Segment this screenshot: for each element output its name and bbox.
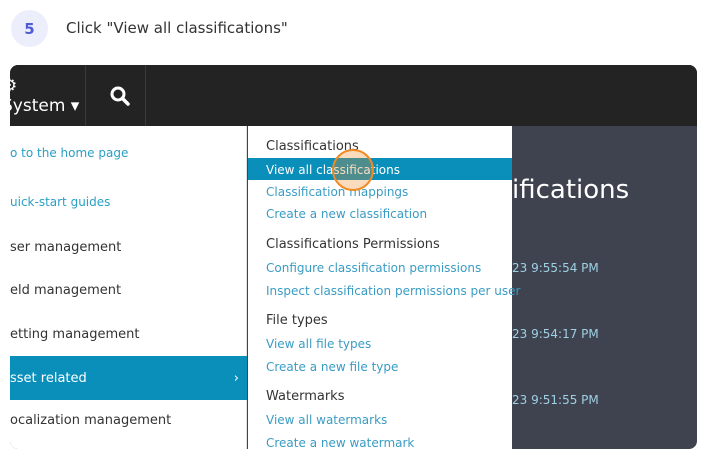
system-menu-button[interactable]: ⚙ System ▾	[10, 65, 86, 126]
classification-mappings-link[interactable]: Classification mappings	[266, 185, 408, 199]
search-icon	[110, 86, 130, 106]
group-heading: File types	[266, 313, 328, 328]
search-button[interactable]	[94, 65, 146, 126]
top-nav: ⚙ System ▾	[10, 65, 697, 126]
inspect-permissions-link[interactable]: Inspect classification permissions per u…	[266, 284, 520, 298]
view-file-types-link[interactable]: View all file types	[266, 337, 371, 351]
menu-localization[interactable]: ocalization management	[10, 413, 247, 428]
timestamp: 23 9:51:55 PM	[512, 393, 599, 407]
chevron-right-icon: ›	[233, 370, 239, 386]
menu-home-page[interactable]: o to the home page	[10, 146, 247, 160]
menu-quick-start[interactable]: uick-start guides	[10, 195, 247, 209]
step-instruction: Click "View all classifications"	[66, 19, 288, 37]
menu-field-management[interactable]: eld management	[10, 283, 247, 298]
timestamp: 23 9:54:17 PM	[512, 327, 599, 341]
timestamp: 23 9:55:54 PM	[512, 261, 599, 275]
menu-user-management[interactable]: ser management	[10, 240, 247, 255]
system-menu-left: o to the home page uick-start guides ser…	[10, 126, 247, 449]
click-indicator	[332, 149, 374, 191]
create-file-type-link[interactable]: Create a new file type	[266, 360, 398, 374]
menu-label: sset related	[10, 370, 87, 386]
menu-asset-related[interactable]: sset related ›	[10, 356, 247, 400]
configure-permissions-link[interactable]: Configure classification permissions	[266, 261, 481, 275]
group-heading: Watermarks	[266, 389, 345, 404]
menu-setting-management[interactable]: etting management	[10, 327, 247, 342]
screenshot: ⚙ System ▾ ifications 23 9:55:54 PM 23 9…	[10, 65, 697, 449]
step-badge: 5	[11, 10, 48, 47]
create-classification-link[interactable]: Create a new classification	[266, 207, 427, 221]
create-watermark-link[interactable]: Create a new watermark	[266, 436, 414, 449]
page-title: ifications	[512, 175, 630, 205]
submenu: Classifications View all classifications…	[248, 126, 520, 449]
group-heading: Classifications Permissions	[266, 237, 440, 252]
view-watermarks-link[interactable]: View all watermarks	[266, 413, 387, 427]
